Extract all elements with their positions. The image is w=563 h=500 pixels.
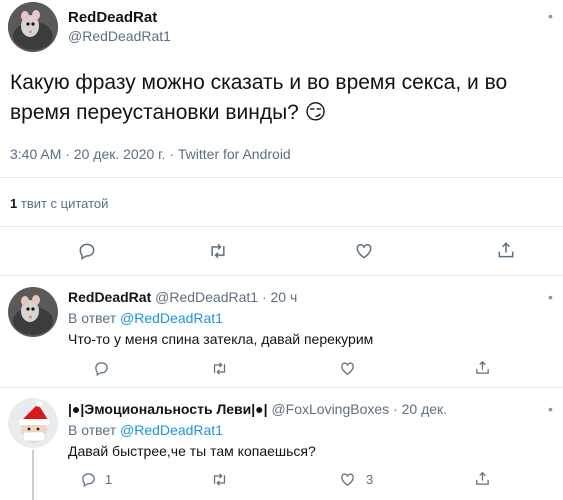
heart-icon [341,362,354,375]
thread-line [32,450,34,500]
like-button[interactable] [353,241,375,261]
author-name[interactable]: RedDeadRat [68,289,151,305]
main-tweet-avatar[interactable] [8,2,58,52]
main-tweet-text: Какую фразу можно сказать и во время сек… [10,71,508,124]
tweet-time[interactable]: · 20 дек. [393,401,447,417]
share-button[interactable] [474,470,491,487]
tweet-time[interactable]: · 20 ч [262,289,297,305]
retweet-icon [211,243,225,259]
share-icon [476,471,489,485]
rat-avatar-icon [8,2,58,52]
reply-count: 1 [105,472,113,487]
author-handle[interactable]: @FoxLovingBoxes [271,401,389,417]
heart-icon [341,473,354,486]
quote-label: твит с цитатой [20,196,109,211]
share-icon [476,360,489,374]
reply-button[interactable] [93,360,110,377]
retweet-button[interactable] [210,471,229,488]
reply-to-link[interactable]: @RedDeadRat1 [120,422,223,438]
reply-icon [82,473,95,488]
reply-icon [79,243,95,260]
quote-count: 1 [10,196,18,211]
reply1-reply-to: В ответ @RedDeadRat1 [68,310,223,326]
more-options-icon[interactable]: • [548,289,553,305]
like-button[interactable]: 3 [338,471,373,488]
share-button[interactable] [496,240,516,260]
reply-to-link[interactable]: @RedDeadRat1 [120,310,223,326]
reply2-avatar[interactable] [8,398,58,448]
like-count: 3 [366,472,374,487]
santa-avatar-icon [8,398,58,448]
reply-button[interactable] [77,241,97,261]
retweet-icon [213,362,226,375]
like-button[interactable] [338,360,357,377]
reply-button[interactable]: 1 [80,471,112,488]
reply-prefix: В ответ [68,422,117,438]
share-button[interactable] [474,359,491,376]
quote-tweets-link[interactable]: 1 твит с цитатой [10,196,108,211]
reply1-avatar[interactable] [8,287,58,337]
retweet-button[interactable] [207,241,229,261]
reply1-header: RedDeadRat @RedDeadRat1 · 20 ч [68,289,297,305]
author-name[interactable]: RedDeadRat [68,8,171,27]
divider [0,275,563,276]
rat-avatar-icon [8,287,58,337]
author-handle[interactable]: @RedDeadRat1 [68,27,171,46]
reply2-text: Давай быстрее,че ты там копаешься? [68,443,316,459]
more-options-icon[interactable]: • [548,401,553,417]
divider [0,226,563,227]
divider [0,177,563,178]
main-tweet-author[interactable]: RedDeadRat @RedDeadRat1 [68,8,171,46]
reply1-text: Что-то у меня спина затекла, давай перек… [68,331,374,347]
author-handle[interactable]: @RedDeadRat1 [155,289,258,305]
retweet-icon [213,473,226,486]
tweet-meta: 3:40 AM · 20 дек. 2020 г. · Twitter for … [10,146,291,162]
reply2-reply-to: В ответ @RedDeadRat1 [68,422,223,438]
share-icon [498,242,514,258]
retweet-button[interactable] [210,360,229,377]
reply-prefix: В ответ [68,310,117,326]
reply2-header: |●|Эмоциональность Леви|●| @FoxLovingBox… [68,401,447,417]
heart-icon [356,243,372,259]
more-options-icon[interactable]: • [548,8,553,24]
reply-icon [95,362,108,377]
divider [0,387,563,388]
author-name[interactable]: |●|Эмоциональность Леви|●| [68,401,268,417]
